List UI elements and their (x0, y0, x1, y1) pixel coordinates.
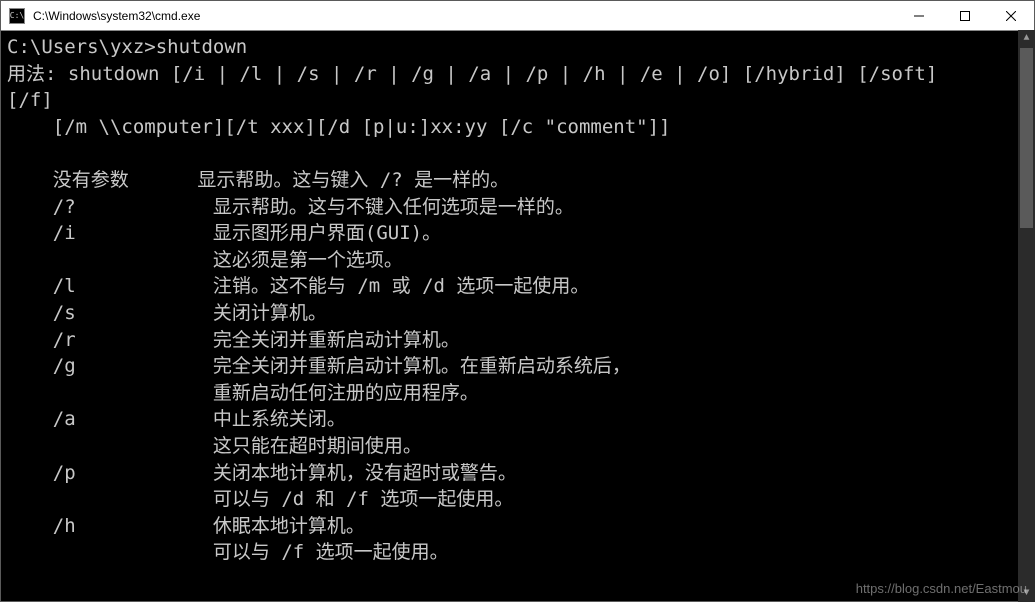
maximize-icon (960, 11, 970, 21)
minimize-button[interactable] (896, 1, 942, 30)
window-title: C:\Windows\system32\cmd.exe (31, 9, 896, 23)
usage-line: [/m \\computer][/t xxx][/d [p|u:]xx:yy [… (7, 116, 670, 138)
scroll-up-arrow[interactable]: ▲ (1018, 30, 1035, 47)
options-list: 没有参数 显示帮助。这与键入 /? 是一样的。 /? 显示帮助。这与不键入任何选… (7, 169, 631, 563)
prompt: C:\Users\yxz> (7, 36, 156, 58)
window-controls (896, 1, 1034, 30)
vertical-scrollbar[interactable]: ▲ ▼ (1018, 30, 1035, 602)
close-button[interactable] (988, 1, 1034, 30)
usage-line: 用法: shutdown [/i | /l | /s | /r | /g | /… (7, 63, 937, 85)
scrollbar-thumb[interactable] (1020, 48, 1033, 228)
watermark: https://blog.csdn.net/Eastmou (856, 581, 1027, 596)
maximize-button[interactable] (942, 1, 988, 30)
app-icon: C:\ (9, 8, 25, 24)
close-icon (1006, 11, 1016, 21)
terminal-output[interactable]: C:\Users\yxz>shutdown 用法: shutdown [/i |… (1, 31, 1034, 601)
cmd-window: C:\ C:\Windows\system32\cmd.exe C:\Users… (0, 0, 1035, 602)
titlebar[interactable]: C:\ C:\Windows\system32\cmd.exe (1, 1, 1034, 31)
usage-line: [/f] (7, 89, 53, 111)
entered-command: shutdown (156, 36, 248, 58)
minimize-icon (914, 11, 924, 21)
